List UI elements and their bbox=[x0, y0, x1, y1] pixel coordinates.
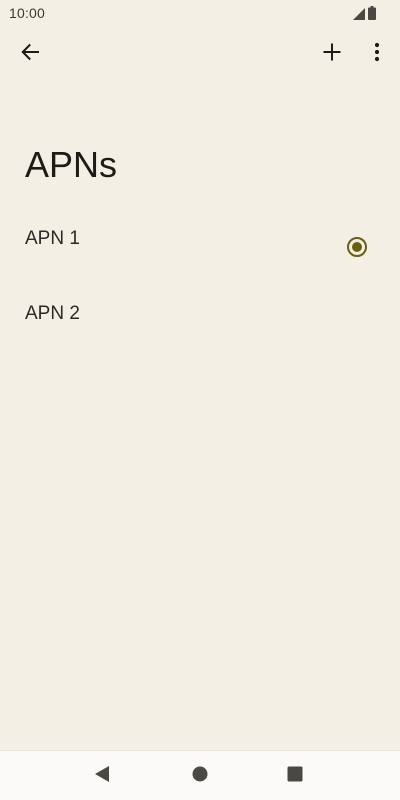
status-bar: 10:00 bbox=[0, 0, 400, 26]
add-apn-button[interactable] bbox=[310, 32, 354, 76]
apn-label: APN 1 bbox=[25, 228, 80, 249]
status-time: 10:00 bbox=[9, 5, 46, 21]
apn-settings-screen: 10:00 APNs APN 1 APN 2 bbox=[0, 0, 400, 800]
nav-recents-button[interactable] bbox=[283, 764, 307, 788]
navigation-bar bbox=[0, 750, 400, 800]
more-options-button[interactable] bbox=[355, 32, 399, 76]
nav-home-button[interactable] bbox=[188, 764, 212, 788]
apn-item-1[interactable]: APN 1 bbox=[0, 200, 400, 275]
nav-recents-icon bbox=[286, 765, 304, 788]
arrow-back-icon bbox=[20, 42, 40, 67]
status-icons bbox=[353, 6, 376, 20]
toolbar bbox=[0, 26, 400, 82]
nav-back-button[interactable] bbox=[90, 764, 114, 788]
nav-home-icon bbox=[191, 765, 209, 788]
more-vert-icon bbox=[374, 42, 380, 67]
back-button[interactable] bbox=[8, 32, 52, 76]
apn-label: APN 2 bbox=[25, 303, 80, 324]
apn-item-2[interactable]: APN 2 bbox=[0, 275, 400, 350]
plus-icon bbox=[322, 42, 342, 67]
page-title: APNs bbox=[25, 144, 118, 185]
signal-icon bbox=[353, 8, 365, 20]
apn-list: APN 1 APN 2 bbox=[0, 200, 400, 350]
nav-back-icon bbox=[93, 765, 111, 788]
battery-icon bbox=[368, 6, 376, 20]
radio-selected-icon[interactable] bbox=[346, 236, 368, 258]
